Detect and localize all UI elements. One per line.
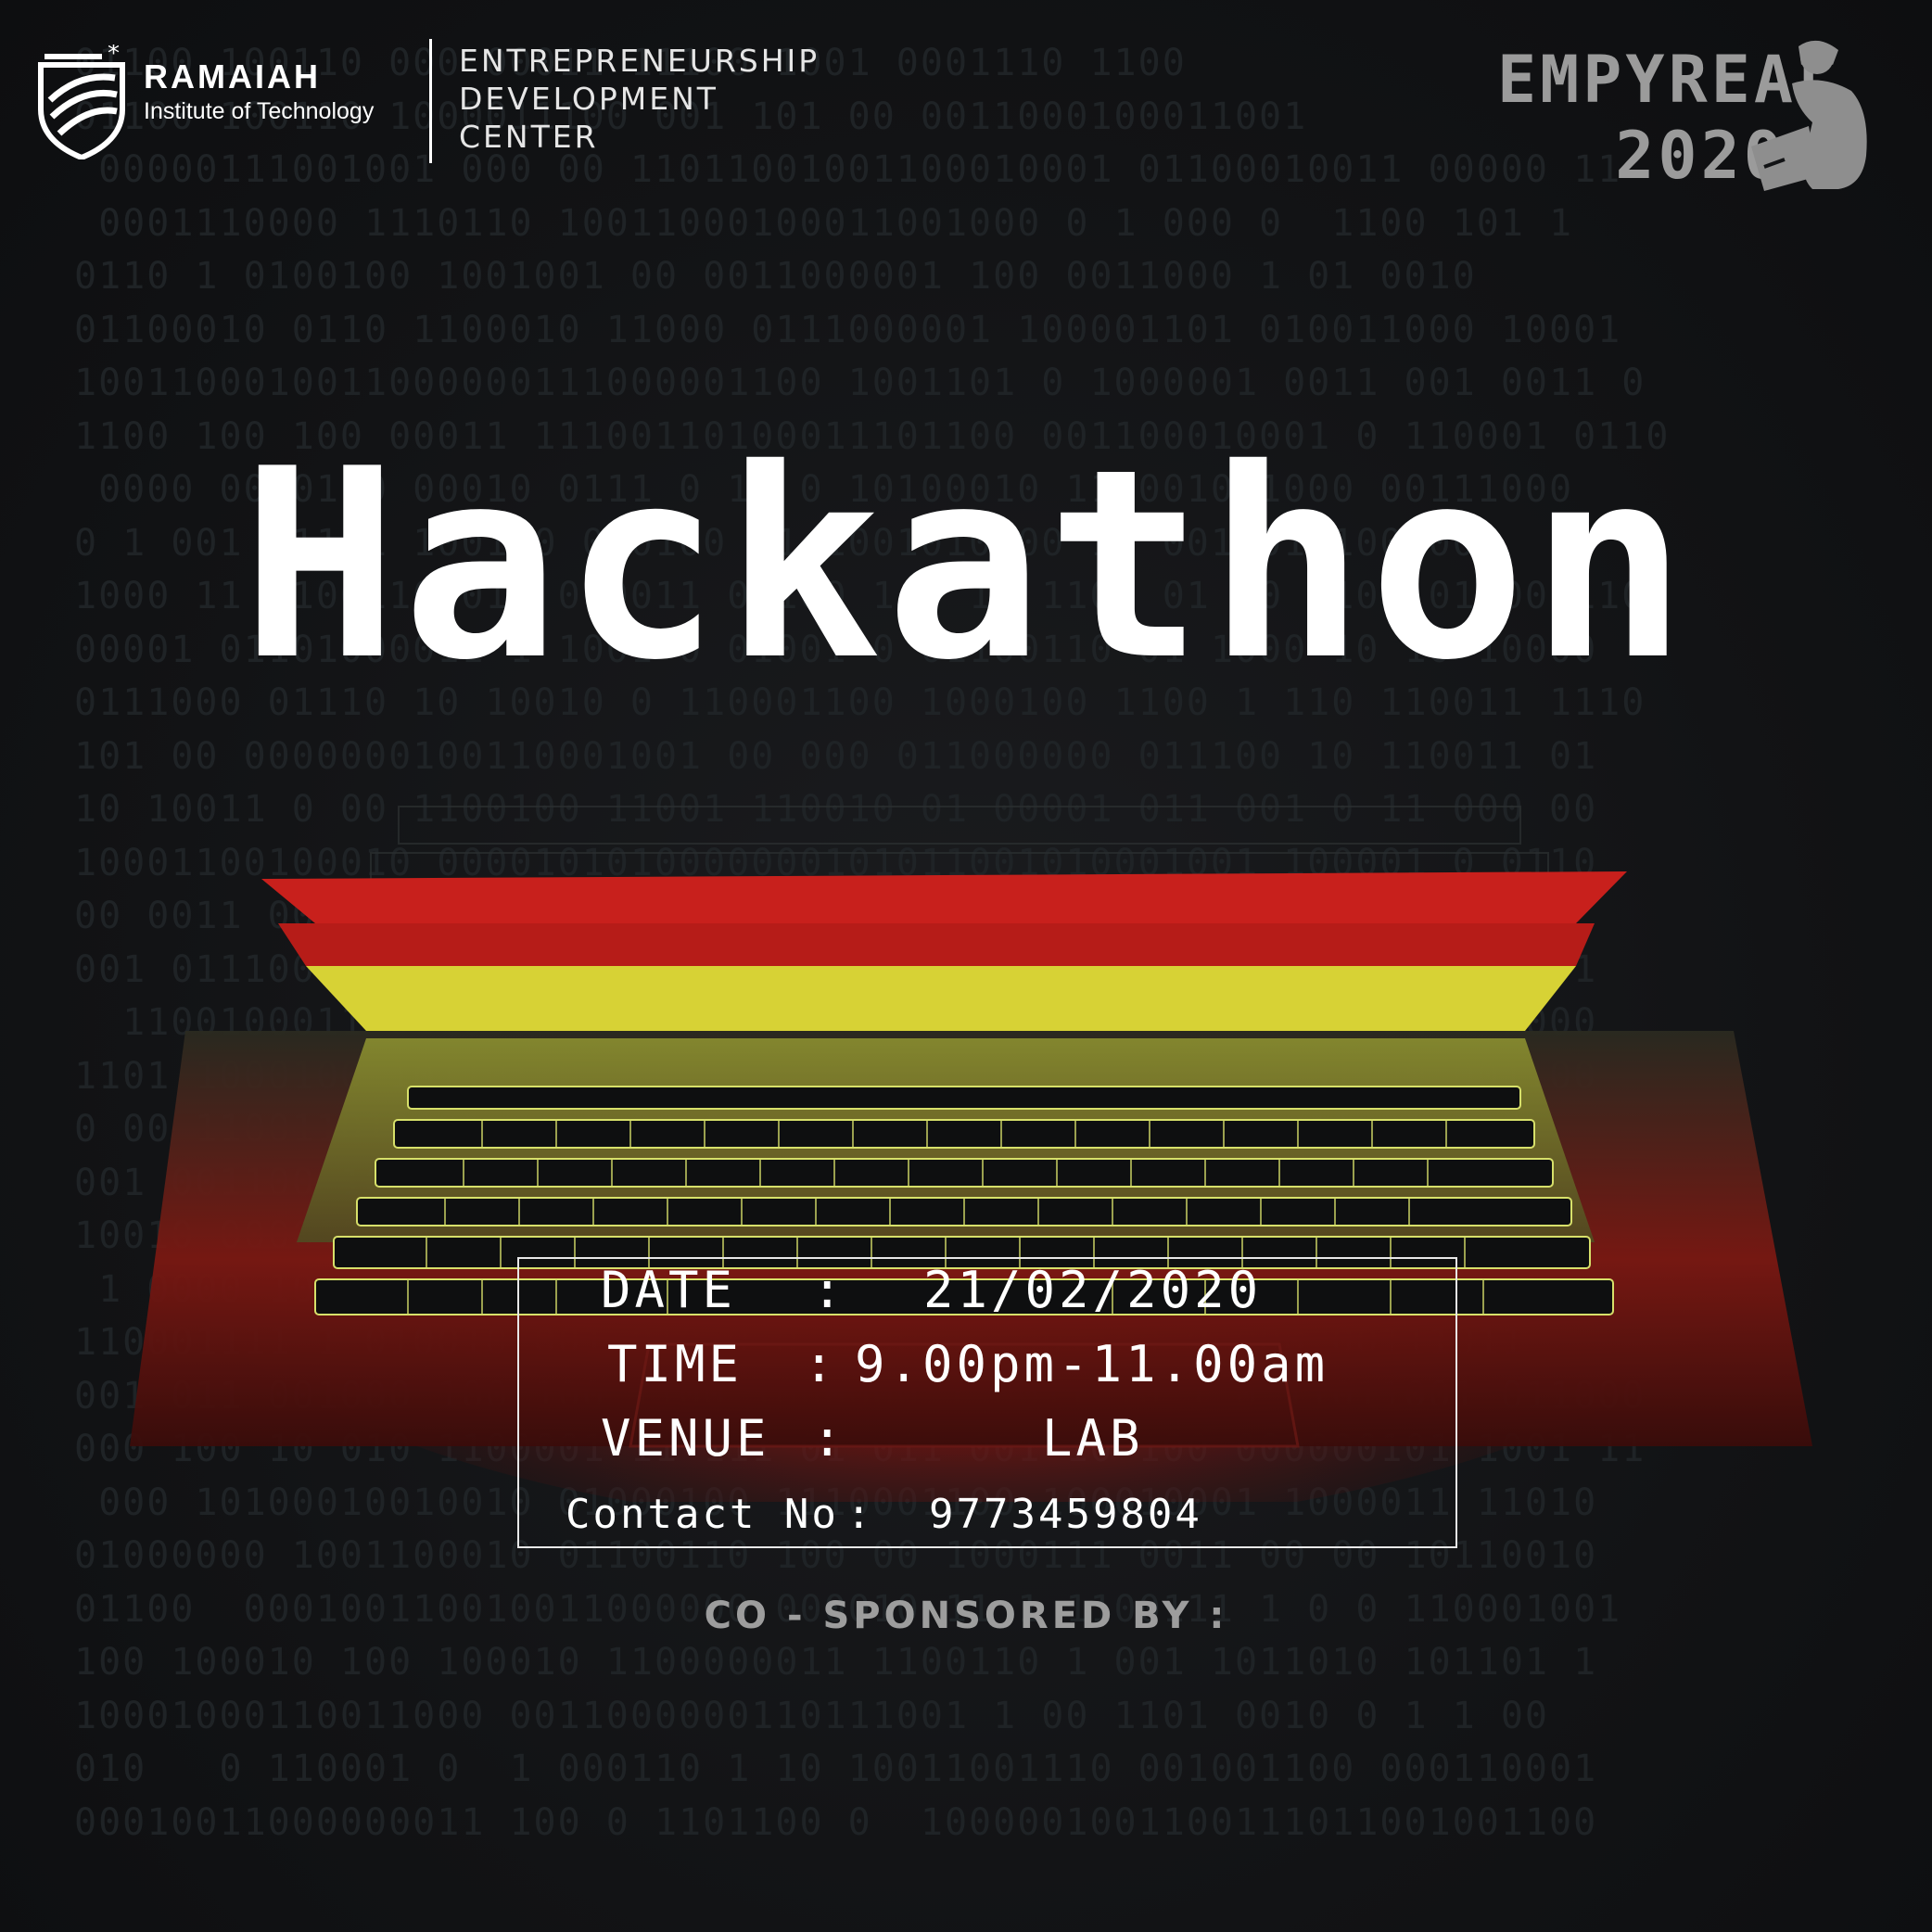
svg-text:*: * xyxy=(108,44,120,68)
page-title: Hackathon xyxy=(240,413,1691,718)
venue-value: LAB xyxy=(1042,1409,1144,1468)
hackathon-poster: 01100 100110 000 00011 11100 1001 000111… xyxy=(0,0,1932,1932)
institute-brand: RAMAIAH xyxy=(144,57,321,95)
center-line-3: CENTER xyxy=(459,119,599,155)
center-line-2: DEVELOPMENT xyxy=(459,81,718,117)
center-name: ENTREPRENEURSHIP DEVELOPMENT CENTER xyxy=(459,42,820,156)
cosponsor-label: CO - SPONSORED BY : xyxy=(704,1595,1228,1637)
contact-label: Contact No xyxy=(566,1491,839,1538)
date-separator: : xyxy=(812,1261,846,1319)
institute-name: RAMAIAH Institute of Technology xyxy=(144,57,374,125)
date-value: 21/02/2020 xyxy=(923,1261,1263,1319)
header-divider xyxy=(429,39,432,163)
venue-separator: : xyxy=(812,1409,846,1468)
institute-subtitle: Institute of Technology xyxy=(144,98,375,124)
hacker-laptop-icon xyxy=(1751,40,1867,191)
center-line-1: ENTREPRENEURSHIP xyxy=(459,43,820,79)
time-label: TIME xyxy=(607,1335,744,1393)
ramaiah-logo-icon: * xyxy=(38,44,125,159)
venue-label: VENUE xyxy=(601,1409,770,1468)
time-separator: : xyxy=(804,1335,838,1393)
contact-value: 9773459804 xyxy=(929,1491,1202,1538)
contact-separator: : xyxy=(846,1491,874,1538)
time-value: 9.00pm-11.00am xyxy=(855,1335,1329,1393)
date-label: DATE xyxy=(601,1261,737,1319)
